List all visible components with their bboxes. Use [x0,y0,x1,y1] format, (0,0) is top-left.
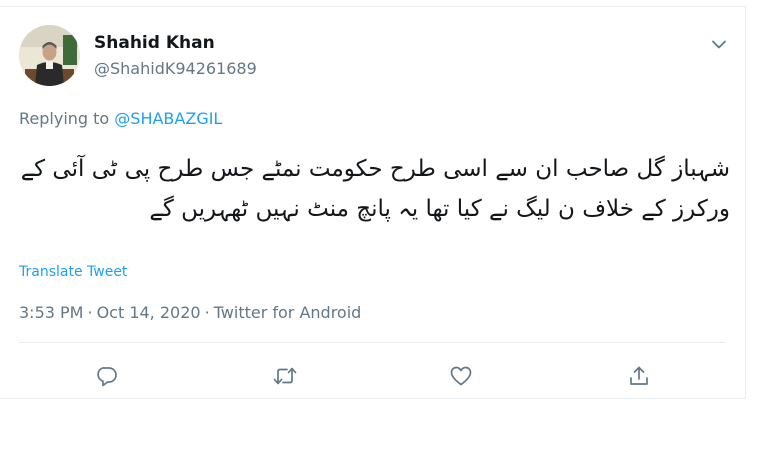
replying-to-label: Replying to [19,109,115,128]
tweet-card[interactable]: Shahid Khan @ShahidK94261689 Replying to… [0,6,746,399]
tweet-source[interactable]: Twitter for Android [214,303,362,322]
meta-separator: · [87,303,93,322]
replying-to-line: Replying to @SHABAZGIL [19,109,222,128]
speech-bubble-icon [97,367,117,387]
translate-tweet-link[interactable]: Translate Tweet [19,264,127,280]
tweet-metadata: 3:53 PM · Oct 14, 2020 · Twitter for Android [19,303,361,322]
share-upload-icon [630,366,648,385]
reply-mention-link[interactable]: @SHABAZGIL [114,109,222,128]
heart-icon [450,366,472,386]
reply-button[interactable] [91,360,123,392]
tweet-menu-button[interactable] [706,31,732,57]
meta-separator: · [204,303,210,322]
tweet-date[interactable]: Oct 14, 2020 [97,303,201,322]
tweet-text: شہباز گل صاحب ان سے اسی طرح حکومت نمٹے ج… [20,156,730,222]
user-handle[interactable]: @ShahidK94261689 [94,59,257,78]
avatar[interactable] [19,25,80,86]
share-button[interactable] [623,360,655,392]
chevron-down-icon [712,40,726,48]
retweet-button[interactable] [269,360,301,392]
display-name[interactable]: Shahid Khan [94,33,215,53]
divider [19,342,726,343]
tweet-time[interactable]: 3:53 PM [19,303,83,322]
retweet-arrows-icon [273,367,297,385]
like-button[interactable] [445,360,477,392]
profile-photo-icon [19,25,80,86]
